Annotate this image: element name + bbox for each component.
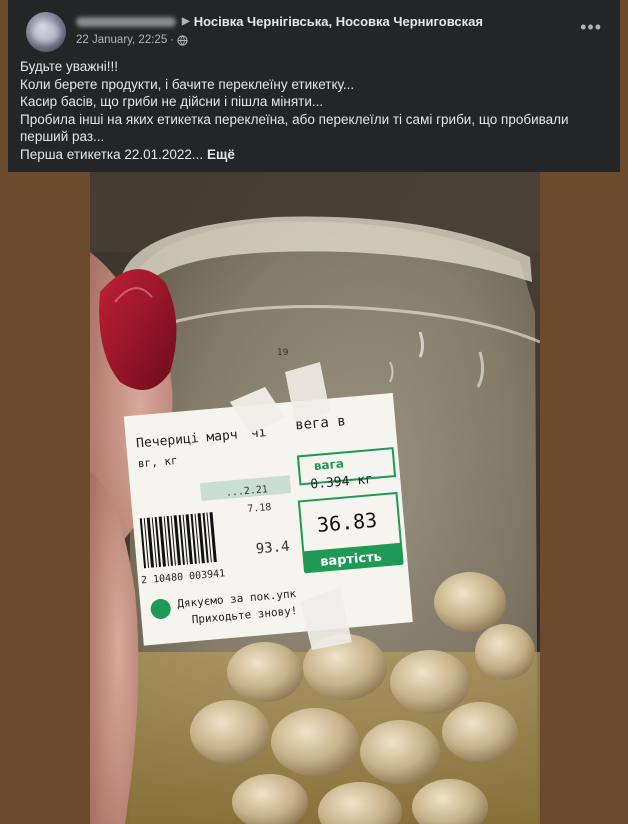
group-name-link[interactable]: Носівка Чернігівська, Носовка Черниговск…: [194, 14, 483, 29]
author-avatar[interactable]: [26, 12, 66, 52]
label-barcode: [137, 508, 223, 574]
date-separator: ·: [170, 34, 175, 46]
label-weight-title: вага: [313, 456, 344, 473]
name-row: ▶ Носівка Чернігівська, Носовка Чернигов…: [76, 14, 483, 29]
text-line: Пробила інші на яких етикетка переклеїна…: [20, 111, 569, 127]
label-stamp-partial: 19: [277, 348, 289, 358]
text-line: Касир басів, що гриби не дійсни і пішла …: [20, 94, 324, 109]
post-header: ▶ Носівка Чернігівська, Носовка Чернигов…: [20, 10, 608, 54]
facebook-post: ▶ Носівка Чернігівська, Носовка Чернигов…: [8, 0, 620, 824]
post-timestamp[interactable]: 22 January, 22:25: [76, 34, 167, 46]
photo-area: Печерицi марч чi вега в вг, кг ...2.21 7…: [8, 172, 620, 824]
author-name-blurred[interactable]: [76, 16, 176, 27]
globe-icon: [177, 34, 188, 46]
triangle-right-icon: ▶: [182, 16, 190, 27]
label-price-per-kg: 93.4: [255, 539, 290, 558]
text-line-last: Перша етикетка 22.01.2022... Ещё: [20, 146, 608, 164]
text-line: перший раз...: [20, 129, 105, 144]
label-date-2: 7.18: [247, 502, 272, 515]
post-photo[interactable]: Печерицi марч чi вега в вг, кг ...2.21 7…: [90, 172, 540, 824]
text-line: Коли берете продукти, і бачите переклеїн…: [20, 76, 355, 92]
post-text: Будьте уважні!!! Коли берете продукти, і…: [20, 58, 608, 163]
text-line: Будьте уважні!!!: [20, 59, 119, 74]
see-more-link[interactable]: Ещё: [207, 147, 235, 162]
date-row: 22 January, 22:25 ·: [76, 34, 483, 46]
more-horizontal-icon[interactable]: •••: [580, 18, 602, 36]
post-meta: ▶ Носівка Чернігівська, Носовка Чернигов…: [76, 14, 483, 46]
photo-illustration: Печерицi марч чi вега в вг, кг ...2.21 7…: [90, 172, 540, 824]
text-line: Перша етикетка 22.01.2022...: [20, 146, 204, 162]
